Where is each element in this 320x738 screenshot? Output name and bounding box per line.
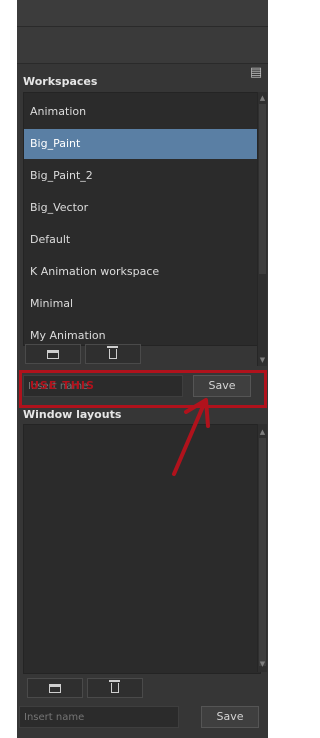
layout-name-input[interactable] bbox=[19, 706, 179, 728]
annotation-arrow bbox=[172, 398, 210, 476]
workspaces-scrollbar[interactable]: ▲ ▼ bbox=[257, 92, 267, 366]
trash-icon bbox=[109, 680, 120, 693]
workspace-item-my-animation[interactable]: My Animation bbox=[24, 321, 260, 345]
workspaces-title: Workspaces bbox=[23, 75, 98, 88]
docker-toolbar: ▤ bbox=[17, 27, 268, 80]
window-layouts-scrollbar[interactable]: ▲ ▼ bbox=[257, 424, 267, 672]
new-layout-button[interactable] bbox=[27, 678, 83, 698]
workspace-item-default[interactable]: Default bbox=[24, 225, 260, 255]
workspaces-list[interactable]: Animation Big_Paint Big_Paint_2 Big_Vect… bbox=[23, 92, 261, 346]
workspace-item-big-paint-2[interactable]: Big_Paint_2 bbox=[24, 161, 260, 191]
delete-workspace-button[interactable] bbox=[85, 344, 141, 364]
delete-layout-button[interactable] bbox=[87, 678, 143, 698]
panel-menu-icon[interactable]: ▤ bbox=[248, 65, 264, 81]
new-workspace-button[interactable] bbox=[25, 344, 81, 364]
docker-titlebar bbox=[17, 0, 268, 27]
window-layouts-list[interactable] bbox=[23, 424, 261, 674]
save-layout-button[interactable]: Save bbox=[201, 706, 259, 728]
workspace-item-k-animation[interactable]: K Animation workspace bbox=[24, 257, 260, 287]
scroll-down-arrow-icon[interactable]: ▼ bbox=[259, 356, 266, 364]
workspace-item-animation[interactable]: Animation bbox=[24, 97, 260, 127]
scroll-thumb[interactable] bbox=[259, 104, 266, 274]
scroll-up-arrow-icon[interactable]: ▲ bbox=[259, 94, 266, 102]
scroll-thumb[interactable] bbox=[259, 438, 266, 666]
window-layouts-title: Window layouts bbox=[23, 408, 122, 421]
scroll-down-arrow-icon[interactable]: ▼ bbox=[259, 660, 266, 668]
folder-icon bbox=[49, 683, 61, 693]
annotation-text: USE THIS bbox=[30, 379, 95, 392]
workspace-item-minimal[interactable]: Minimal bbox=[24, 289, 260, 319]
scroll-up-arrow-icon[interactable]: ▲ bbox=[259, 428, 266, 436]
workspace-item-big-vector[interactable]: Big_Vector bbox=[24, 193, 260, 223]
workspace-item-big-paint[interactable]: Big_Paint bbox=[24, 129, 260, 159]
workspace-docker: ▤ Workspaces Animation Big_Paint Big_Pai… bbox=[17, 0, 268, 738]
folder-icon bbox=[47, 349, 59, 359]
trash-icon bbox=[107, 346, 118, 359]
